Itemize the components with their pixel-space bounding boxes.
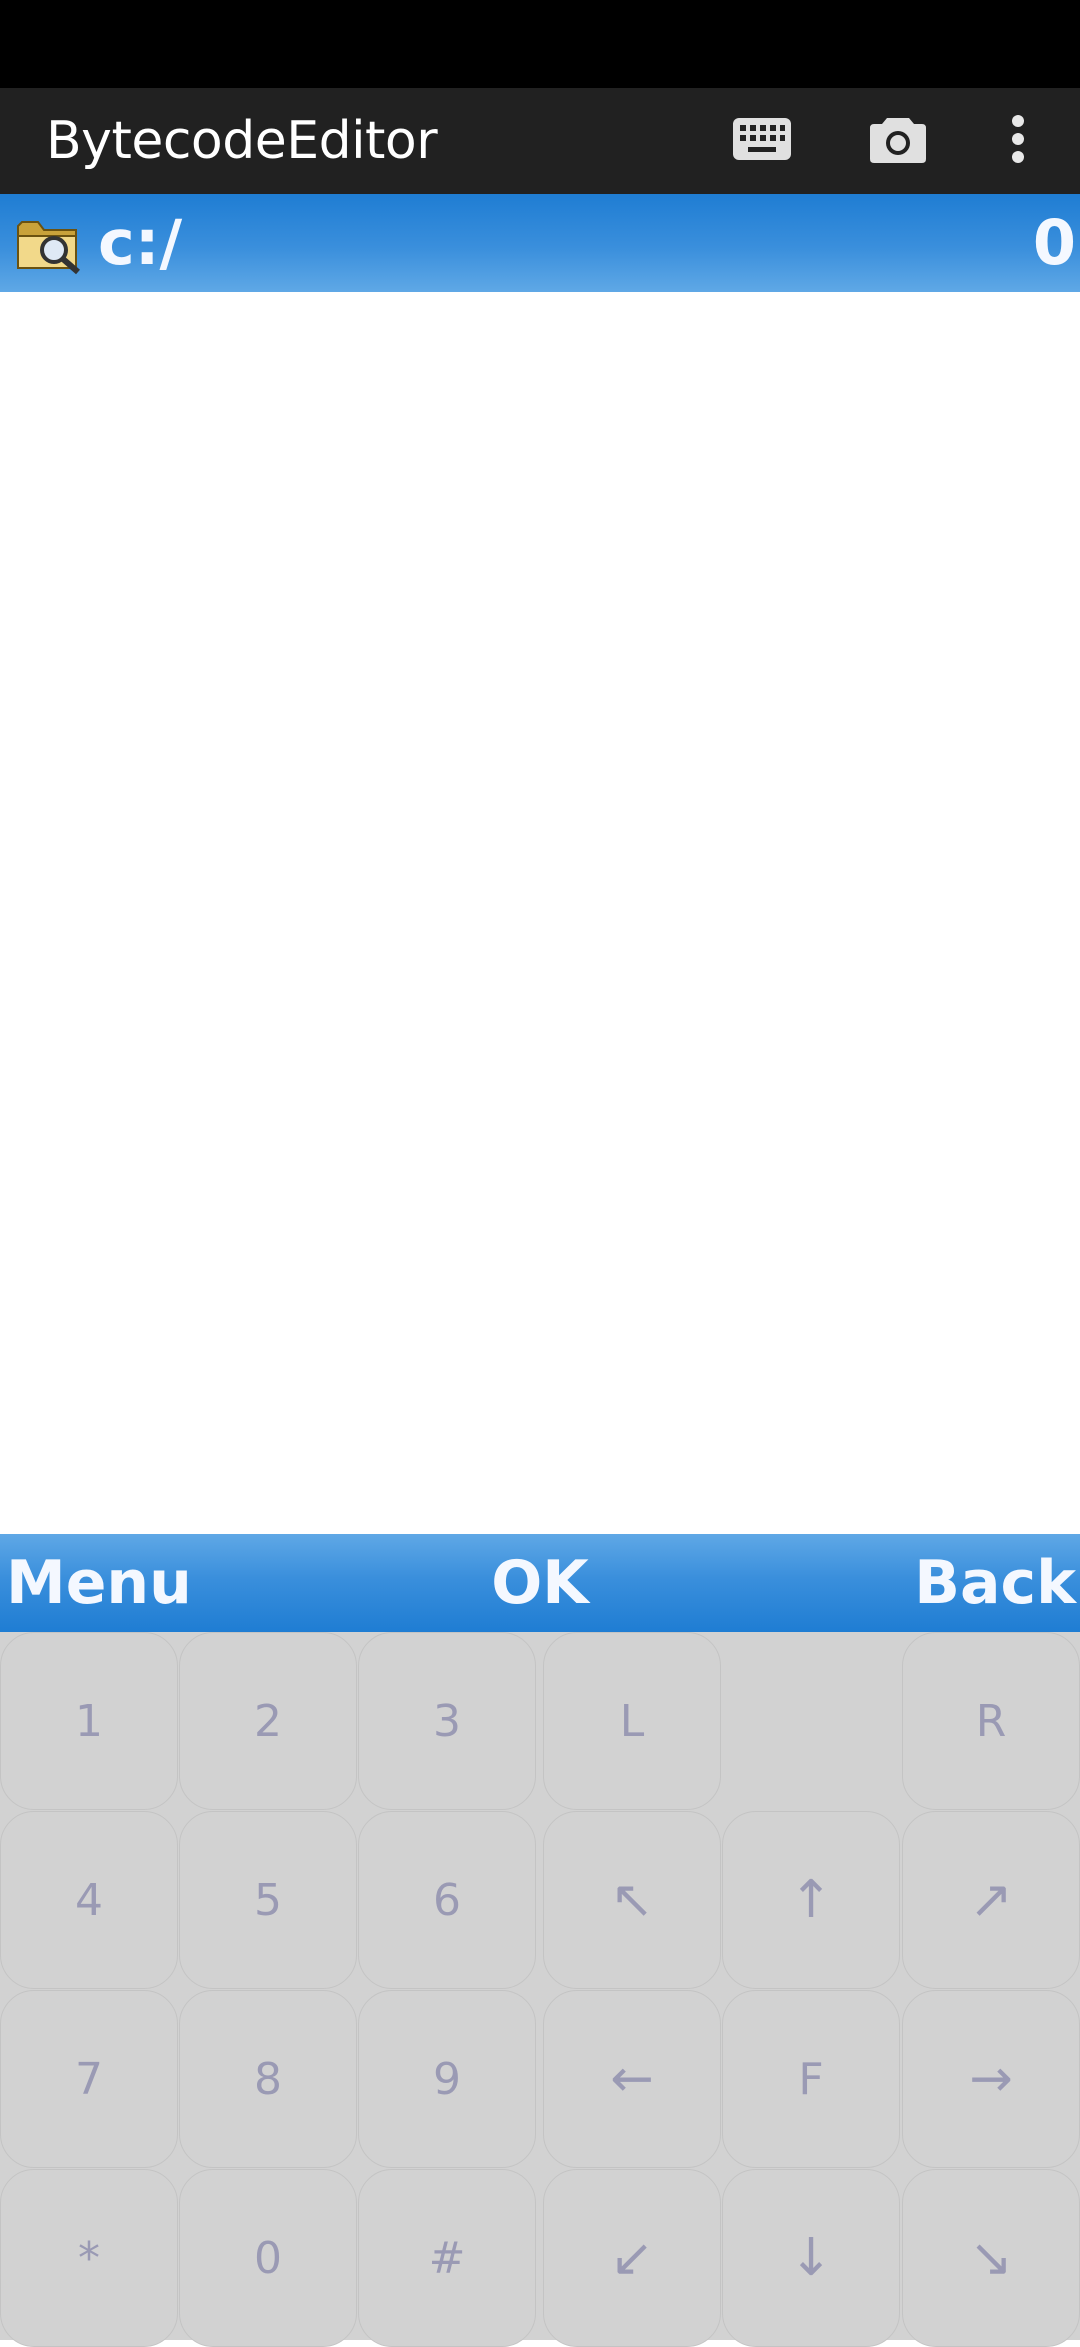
app-bar: BytecodeEditor <box>0 88 1080 194</box>
key-right[interactable]: → <box>902 1990 1080 2168</box>
overflow-menu-button[interactable] <box>968 88 1068 194</box>
keyboard-button[interactable] <box>712 88 812 194</box>
key-l-soft[interactable]: L <box>543 1632 721 1810</box>
menu-softkey[interactable]: Menu <box>6 1534 192 1632</box>
key-down[interactable]: ↓ <box>722 2169 900 2347</box>
ok-softkey[interactable]: OK <box>491 1548 589 1618</box>
key-star[interactable]: * <box>0 2169 178 2347</box>
key-6[interactable]: 6 <box>358 1811 536 1989</box>
key-hash[interactable]: # <box>358 2169 536 2347</box>
status-bar <box>0 0 1080 88</box>
camera-button[interactable] <box>848 88 948 194</box>
softkey-bar: Menu OK Back <box>0 1534 1080 1632</box>
key-fire[interactable]: F <box>722 1990 900 2168</box>
current-path: c:/ <box>98 206 183 279</box>
keyboard-icon <box>732 117 792 165</box>
key-up-left[interactable]: ↖ <box>543 1811 721 1989</box>
file-list[interactable] <box>0 292 1080 1534</box>
key-left[interactable]: ← <box>543 1990 721 2168</box>
key-2[interactable]: 2 <box>179 1632 357 1810</box>
key-up-right[interactable]: ↗ <box>902 1811 1080 1989</box>
virtual-keypad: 1 2 3 L R 4 5 6 ↖ ↑ ↗ 7 8 9 ← F → * 0 # … <box>0 1632 1080 2347</box>
app-title: BytecodeEditor <box>46 111 438 171</box>
key-r-soft[interactable]: R <box>902 1632 1080 1810</box>
key-up[interactable]: ↑ <box>722 1811 900 1989</box>
key-down-right[interactable]: ↘ <box>902 2169 1080 2347</box>
item-count: 0 <box>1032 206 1076 279</box>
back-softkey[interactable]: Back <box>914 1534 1076 1632</box>
camera-icon <box>869 114 927 168</box>
key-0[interactable]: 0 <box>179 2169 357 2347</box>
key-5[interactable]: 5 <box>179 1811 357 1989</box>
more-vert-icon <box>1010 114 1026 168</box>
key-1[interactable]: 1 <box>0 1632 178 1810</box>
key-4[interactable]: 4 <box>0 1811 178 1989</box>
key-down-left[interactable]: ↙ <box>543 2169 721 2347</box>
key-8[interactable]: 8 <box>179 1990 357 2168</box>
key-9[interactable]: 9 <box>358 1990 536 2168</box>
key-3[interactable]: 3 <box>358 1632 536 1810</box>
folder-search-icon <box>14 212 86 276</box>
path-bar: c:/ 0 <box>0 194 1080 292</box>
key-7[interactable]: 7 <box>0 1990 178 2168</box>
